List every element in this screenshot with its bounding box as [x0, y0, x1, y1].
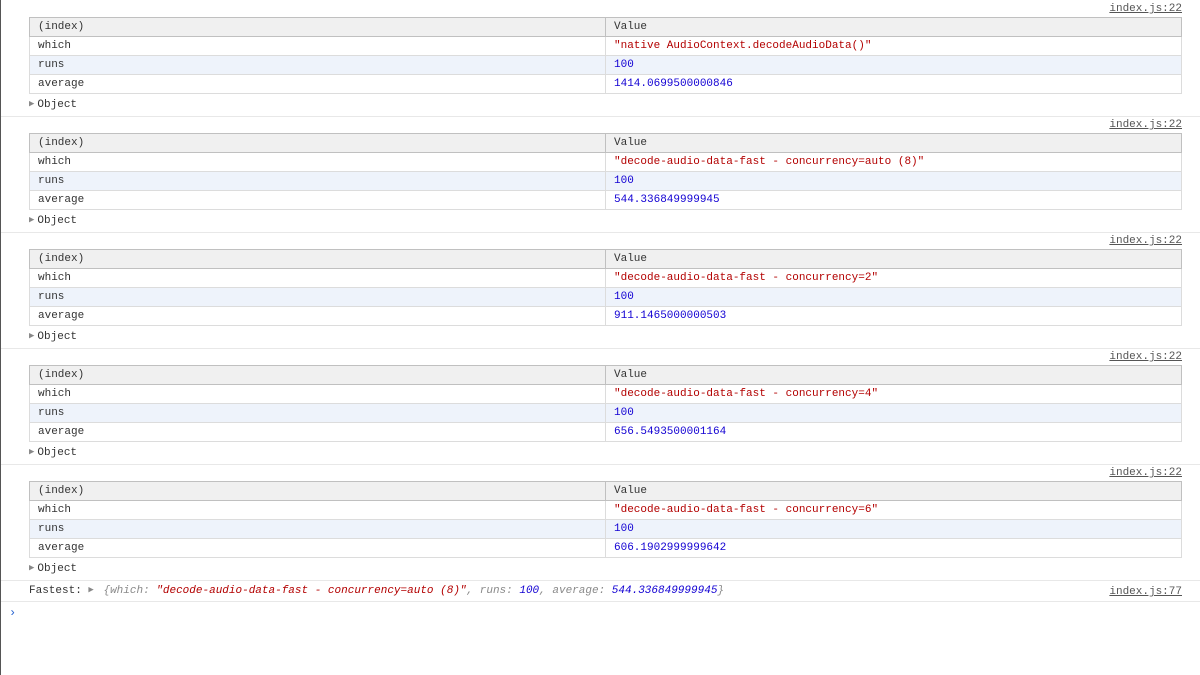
row-key: which	[30, 37, 606, 56]
row-key: runs	[30, 56, 606, 75]
row-key: average	[30, 423, 606, 442]
table-row: average 544.336849999945	[30, 191, 1182, 210]
row-value: 100	[606, 56, 1182, 75]
table-row: runs 100	[30, 56, 1182, 75]
row-value: 911.1465000000503	[606, 307, 1182, 326]
object-label: Object	[37, 99, 77, 111]
console-table: (index) Value which "decode-audio-data-f…	[29, 481, 1182, 558]
row-value: "decode-audio-data-fast - concurrency=2"	[606, 269, 1182, 288]
row-key: which	[30, 153, 606, 172]
console-table-entry: index.js:22 (index) Value which "decode-…	[1, 349, 1200, 465]
object-label: Object	[37, 331, 77, 343]
row-value: 100	[606, 404, 1182, 423]
col-header-value: Value	[606, 18, 1182, 37]
col-header-value: Value	[606, 250, 1182, 269]
object-label: Object	[37, 563, 77, 575]
row-key: average	[30, 307, 606, 326]
object-expand-row[interactable]: ▶Object	[1, 560, 1200, 578]
console-table: (index) Value which "decode-audio-data-f…	[29, 365, 1182, 442]
object-expand-row[interactable]: ▶Object	[1, 212, 1200, 230]
object-label: Object	[37, 215, 77, 227]
expand-icon[interactable]: ▶	[29, 563, 34, 573]
table-row: runs 100	[30, 288, 1182, 307]
object-label: Object	[37, 447, 77, 459]
table-row: which "native AudioContext.decodeAudioDa…	[30, 37, 1182, 56]
table-row: average 606.1902999999642	[30, 539, 1182, 558]
row-key: runs	[30, 288, 606, 307]
source-link[interactable]: index.js:77	[1109, 584, 1182, 599]
row-key: average	[30, 539, 606, 558]
row-value: "decode-audio-data-fast - concurrency=4"	[606, 385, 1182, 404]
col-header-index: (index)	[30, 250, 606, 269]
source-link[interactable]: index.js:22	[1109, 1, 1182, 16]
col-header-index: (index)	[30, 482, 606, 501]
row-key: which	[30, 385, 606, 404]
col-header-index: (index)	[30, 18, 606, 37]
row-value: 1414.0699500000846	[606, 75, 1182, 94]
console-table-entry: index.js:22 (index) Value which "decode-…	[1, 117, 1200, 233]
table-row: average 911.1465000000503	[30, 307, 1182, 326]
col-header-value: Value	[606, 134, 1182, 153]
row-value: 544.336849999945	[606, 191, 1182, 210]
row-value: 100	[606, 288, 1182, 307]
source-link[interactable]: index.js:22	[1109, 465, 1182, 480]
table-row: which "decode-audio-data-fast - concurre…	[30, 385, 1182, 404]
expand-icon[interactable]: ▶	[29, 331, 34, 341]
row-value: 606.1902999999642	[606, 539, 1182, 558]
table-row: which "decode-audio-data-fast - concurre…	[30, 153, 1182, 172]
object-preview[interactable]: {which: "decode-audio-data-fast - concur…	[103, 585, 724, 597]
table-row: average 656.5493500001164	[30, 423, 1182, 442]
object-expand-row[interactable]: ▶Object	[1, 444, 1200, 462]
console-table-entry: index.js:22 (index) Value which "decode-…	[1, 465, 1200, 581]
expand-icon[interactable]: ▶	[88, 585, 93, 595]
row-value: "decode-audio-data-fast - concurrency=au…	[606, 153, 1182, 172]
expand-icon[interactable]: ▶	[29, 447, 34, 457]
console-table-entry: index.js:22 (index) Value which "native …	[1, 1, 1200, 117]
row-key: runs	[30, 404, 606, 423]
row-key: average	[30, 191, 606, 210]
row-key: runs	[30, 172, 606, 191]
row-value: "decode-audio-data-fast - concurrency=6"	[606, 501, 1182, 520]
col-header-index: (index)	[30, 134, 606, 153]
expand-icon[interactable]: ▶	[29, 99, 34, 109]
row-value: 656.5493500001164	[606, 423, 1182, 442]
table-row: average 1414.0699500000846	[30, 75, 1182, 94]
fastest-prefix: Fastest:	[29, 585, 88, 597]
source-link[interactable]: index.js:22	[1109, 117, 1182, 132]
table-row: runs 100	[30, 404, 1182, 423]
row-value: 100	[606, 172, 1182, 191]
source-link[interactable]: index.js:22	[1109, 349, 1182, 364]
row-key: average	[30, 75, 606, 94]
object-expand-row[interactable]: ▶Object	[1, 328, 1200, 346]
row-key: which	[30, 269, 606, 288]
console-table: (index) Value which "decode-audio-data-f…	[29, 249, 1182, 326]
table-row: which "decode-audio-data-fast - concurre…	[30, 269, 1182, 288]
table-row: which "decode-audio-data-fast - concurre…	[30, 501, 1182, 520]
row-value: "native AudioContext.decodeAudioData()"	[606, 37, 1182, 56]
table-row: runs 100	[30, 172, 1182, 191]
col-header-value: Value	[606, 366, 1182, 385]
row-key: which	[30, 501, 606, 520]
row-key: runs	[30, 520, 606, 539]
row-value: 100	[606, 520, 1182, 539]
console-panel: index.js:22 (index) Value which "native …	[0, 0, 1200, 675]
source-link[interactable]: index.js:22	[1109, 233, 1182, 248]
console-prompt[interactable]: ›	[1, 602, 1200, 620]
col-header-value: Value	[606, 482, 1182, 501]
object-expand-row[interactable]: ▶Object	[1, 96, 1200, 114]
expand-icon[interactable]: ▶	[29, 215, 34, 225]
col-header-index: (index)	[30, 366, 606, 385]
console-table: (index) Value which "decode-audio-data-f…	[29, 133, 1182, 210]
table-row: runs 100	[30, 520, 1182, 539]
console-log-fastest: Fastest: ▶ {which: "decode-audio-data-fa…	[1, 581, 1200, 602]
console-table: (index) Value which "native AudioContext…	[29, 17, 1182, 94]
console-table-entry: index.js:22 (index) Value which "decode-…	[1, 233, 1200, 349]
